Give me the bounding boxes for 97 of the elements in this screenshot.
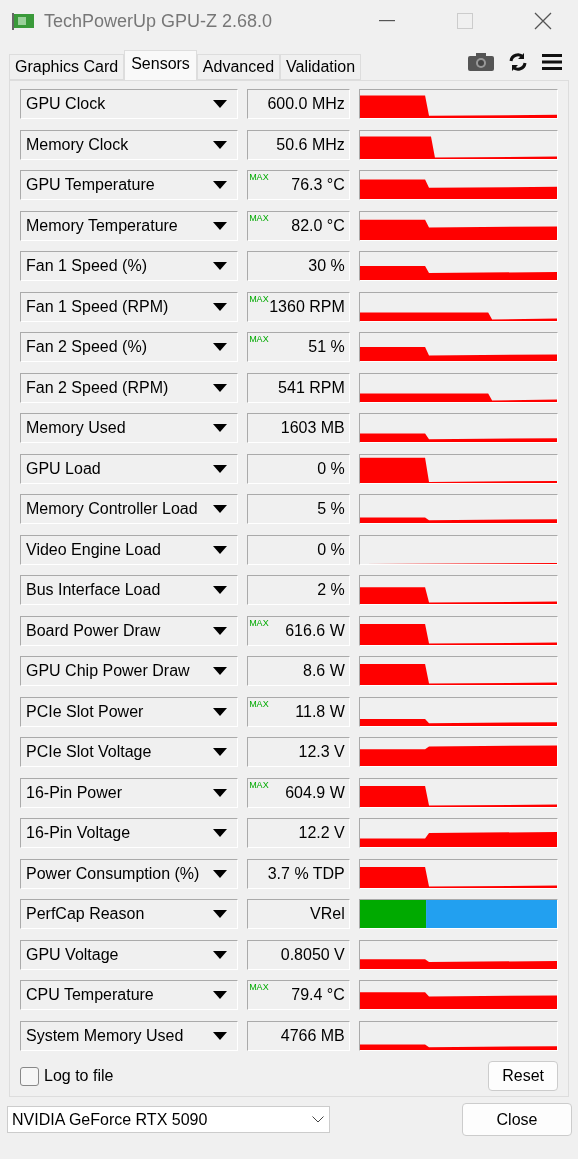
sensor-value-field: 600.0 MHz — [247, 89, 350, 119]
sensor-value-field: 1603 MB — [247, 413, 350, 443]
chevron-down-icon — [312, 1116, 324, 1123]
sensor-value-field: 30 % — [247, 251, 350, 281]
dropdown-arrow-icon — [213, 707, 228, 716]
sensor-value-field: MAX 76.3 °C — [247, 170, 350, 200]
close-button[interactable]: Close — [462, 1103, 572, 1136]
sensor-dropdown[interactable]: 16-Pin Power — [20, 777, 239, 808]
minimize-icon — [379, 20, 395, 22]
sensor-value-field: 50.6 MHz — [247, 129, 350, 160]
dropdown-arrow-icon — [213, 424, 228, 432]
sensor-dropdown[interactable]: PCIe Slot Power — [20, 696, 239, 727]
dropdown-arrow-icon — [213, 545, 228, 554]
sensor-dropdown[interactable]: GPU Chip Power Draw — [20, 656, 239, 686]
sensor-value-field: MAX 11.8 W — [247, 696, 350, 727]
sensor-dropdown[interactable]: Video Engine Load — [20, 534, 239, 565]
sensor-dropdown[interactable]: GPU Temperature — [20, 170, 239, 200]
dropdown-arrow-icon — [213, 788, 228, 797]
sensor-value-field: 4766 MB — [247, 1020, 350, 1051]
dropdown-arrow-icon — [213, 221, 228, 230]
device-select[interactable]: NVIDIA GeForce RTX 5090 — [7, 1106, 330, 1133]
camera-icon[interactable] — [468, 53, 494, 71]
max-tag: MAX — [249, 779, 269, 790]
tab[interactable]: Advanced — [196, 54, 281, 80]
sensor-dropdown[interactable]: Board Power Draw — [20, 615, 239, 646]
sensor-dropdown[interactable]: Memory Temperature — [20, 210, 239, 241]
sensor-value-field: MAX 82.0 °C — [247, 210, 350, 241]
sensor-dropdown[interactable]: Fan 2 Speed (%) — [20, 332, 239, 362]
sensor-dropdown[interactable]: GPU Voltage — [20, 939, 239, 970]
sensor-value-field: 8.6 W — [247, 656, 350, 686]
sensor-value-field: VRel — [247, 899, 350, 929]
sensor-value-field: 0 % — [247, 453, 350, 484]
dropdown-arrow-icon — [213, 464, 228, 473]
max-tag: MAX — [249, 334, 269, 344]
log-checkbox[interactable] — [20, 1066, 39, 1086]
sensor-dropdown[interactable]: Fan 2 Speed (RPM) — [20, 372, 239, 403]
sensor-value-field: MAX 604.9 W — [247, 777, 350, 808]
checkbox-label: Log to file — [44, 1067, 114, 1085]
dropdown-arrow-icon — [213, 626, 228, 635]
window-title: TechPowerUp GPU-Z 2.68.0 — [44, 10, 274, 32]
dropdown-arrow-icon — [213, 140, 228, 149]
dropdown-arrow-icon — [213, 869, 228, 878]
sensor-value-field: 3.7 % TDP — [247, 858, 350, 889]
dropdown-arrow-icon — [213, 383, 228, 392]
dropdown-arrow-icon — [213, 343, 228, 351]
max-tag: MAX — [249, 982, 269, 992]
dropdown-arrow-icon — [213, 262, 228, 270]
sensor-value-field: MAX 51 % — [247, 332, 350, 362]
sensor-value-field: 12.3 V — [247, 737, 350, 767]
max-tag: MAX — [249, 617, 269, 628]
dropdown-arrow-icon — [213, 586, 228, 594]
sensor-value-field: 2 % — [247, 575, 350, 605]
dropdown-arrow-icon — [213, 1031, 228, 1040]
sensor-dropdown[interactable]: Memory Used — [20, 413, 239, 443]
sensor-value-field: MAX 616.6 W — [247, 615, 350, 646]
sensor-dropdown[interactable]: System Memory Used — [20, 1020, 239, 1051]
dropdown-arrow-icon — [213, 910, 228, 918]
sensor-value-field: 0 % — [247, 534, 350, 565]
dropdown-arrow-icon — [213, 302, 228, 311]
sensor-value-field: 541 RPM — [247, 372, 350, 403]
dropdown-arrow-icon — [213, 505, 228, 513]
max-tag: MAX — [249, 212, 269, 223]
sensor-dropdown[interactable]: Fan 1 Speed (RPM) — [20, 291, 239, 322]
dropdown-arrow-icon — [213, 829, 228, 837]
sensor-dropdown[interactable]: Fan 1 Speed (%) — [20, 251, 239, 281]
sensor-dropdown[interactable]: 16-Pin Voltage — [20, 818, 239, 848]
reset-button[interactable]: Reset — [488, 1061, 558, 1091]
sensor-dropdown[interactable]: CPU Temperature — [20, 980, 239, 1010]
dropdown-arrow-icon — [213, 181, 228, 189]
dropdown-arrow-icon — [213, 667, 228, 675]
dropdown-arrow-icon — [213, 991, 228, 999]
sensor-dropdown[interactable]: Memory Controller Load — [20, 494, 239, 524]
sensor-dropdown[interactable]: GPU Load — [20, 453, 239, 484]
tab[interactable]: Validation — [280, 54, 362, 80]
sensor-value-field: 0.8050 V — [247, 939, 350, 970]
sensor-dropdown[interactable]: PerfCap Reason — [20, 899, 239, 929]
sensor-value-field: 12.2 V — [247, 818, 350, 848]
graphics-card-icon — [12, 11, 36, 31]
menu-icon[interactable] — [542, 54, 562, 70]
dropdown-arrow-icon — [213, 748, 228, 756]
sensor-value-field: 5 % — [247, 494, 350, 524]
max-tag: MAX — [249, 172, 269, 182]
dropdown-arrow-icon — [213, 950, 228, 959]
dropdown-arrow-icon — [213, 100, 228, 108]
sensor-dropdown[interactable]: GPU Clock — [20, 89, 239, 119]
max-tag: MAX — [249, 698, 269, 709]
sensor-value-field: MAX 79.4 °C — [247, 980, 350, 1010]
maximize-icon — [457, 13, 473, 29]
tab[interactable]: Graphics Card — [9, 54, 125, 80]
sensor-dropdown[interactable]: Bus Interface Load — [20, 575, 239, 605]
close-icon — [534, 12, 552, 30]
refresh-icon[interactable] — [508, 52, 528, 72]
sensor-dropdown[interactable]: PCIe Slot Voltage — [20, 737, 239, 767]
tab[interactable]: Sensors — [124, 50, 197, 81]
max-tag: MAX — [249, 293, 269, 304]
sensor-dropdown[interactable]: Memory Clock — [20, 129, 239, 160]
sensor-dropdown[interactable]: Power Consumption (%) — [20, 858, 239, 889]
